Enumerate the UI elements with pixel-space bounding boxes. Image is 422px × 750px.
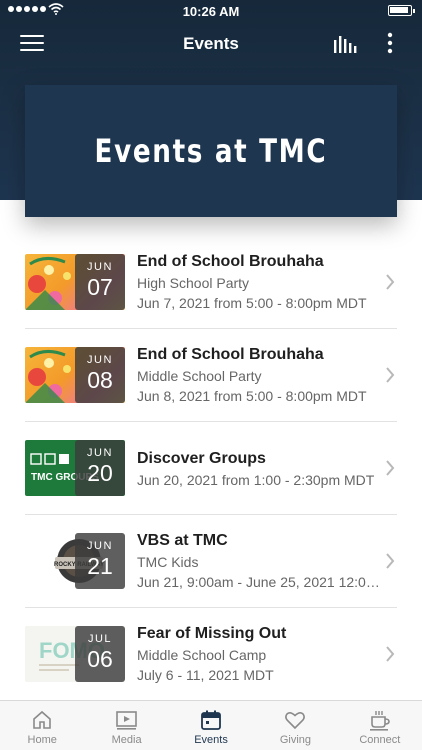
event-datetime: July 6 - 11, 2021 MDT bbox=[137, 667, 274, 683]
chevron-right-icon bbox=[386, 274, 395, 290]
event-thumbnail: JUN 08 bbox=[25, 347, 125, 403]
status-time: 10:26 AM bbox=[182, 4, 240, 19]
hero-title: Events at TMC bbox=[94, 132, 328, 170]
event-datetime: Jun 21, 9:00am - June 25, 2021 12:00pm bbox=[137, 574, 382, 590]
event-thumbnail: FOMO JUL 06 bbox=[25, 626, 125, 682]
event-day: 06 bbox=[87, 646, 113, 672]
event-datetime: Jun 20, 2021 from 1:00 - 2:30pm MDT bbox=[137, 472, 375, 488]
tab-label: Home bbox=[27, 734, 57, 746]
event-month: JUN bbox=[87, 540, 113, 552]
date-badge: JUL 06 bbox=[75, 626, 125, 682]
tab-bar: Home Media Events Giving Connect bbox=[0, 700, 422, 750]
event-title: End of School Brouhaha bbox=[137, 346, 324, 363]
chevron-right-icon bbox=[386, 646, 395, 662]
tab-label: Events bbox=[194, 734, 228, 746]
tab-events[interactable]: Events bbox=[169, 701, 253, 750]
event-thumbnail: JUN 07 bbox=[25, 254, 125, 310]
media-icon bbox=[115, 711, 137, 730]
event-subtitle: High School Party bbox=[137, 275, 250, 291]
event-subtitle: Middle School Party bbox=[137, 368, 262, 384]
event-title: End of School Brouhaha bbox=[137, 253, 324, 270]
tab-connect[interactable]: Connect bbox=[338, 701, 422, 750]
event-day: 07 bbox=[87, 274, 113, 300]
tab-home[interactable]: Home bbox=[0, 701, 84, 750]
home-icon bbox=[33, 710, 52, 729]
calendar-icon bbox=[201, 710, 221, 730]
chevron-right-icon bbox=[386, 367, 395, 383]
tab-giving[interactable]: Giving bbox=[253, 701, 337, 750]
tab-label: Connect bbox=[359, 734, 401, 746]
more-vertical-icon[interactable] bbox=[380, 31, 400, 55]
bar-chart-icon[interactable] bbox=[333, 34, 357, 54]
event-day: 08 bbox=[87, 367, 113, 393]
battery-icon bbox=[388, 5, 415, 16]
event-row[interactable]: ROCKY RAILWAY JUN 21 VBS at TMC TMC Kids… bbox=[25, 515, 397, 608]
date-badge: JUN 20 bbox=[75, 440, 125, 496]
event-title: VBS at TMC bbox=[137, 532, 228, 549]
hero-banner: Events at TMC bbox=[25, 85, 397, 217]
tab-media[interactable]: Media bbox=[84, 701, 168, 750]
chevron-right-icon bbox=[386, 553, 395, 569]
event-row[interactable]: JUN 08 End of School Brouhaha Middle Sch… bbox=[25, 329, 397, 422]
tab-label: Media bbox=[111, 734, 142, 746]
event-thumbnail: TMC GROUPS JUN 20 bbox=[25, 440, 125, 496]
event-month: JUN bbox=[87, 354, 113, 366]
date-badge: JUN 21 bbox=[75, 533, 125, 589]
event-datetime: Jun 7, 2021 from 5:00 - 8:00pm MDT bbox=[137, 295, 367, 311]
event-thumbnail: ROCKY RAILWAY JUN 21 bbox=[25, 533, 125, 589]
event-datetime: Jun 8, 2021 from 5:00 - 8:00pm MDT bbox=[137, 388, 367, 404]
event-title: Fear of Missing Out bbox=[137, 625, 287, 642]
event-list: JUN 07 End of School Brouhaha High Schoo… bbox=[0, 236, 422, 701]
event-subtitle: TMC Kids bbox=[137, 554, 199, 570]
date-badge: JUN 08 bbox=[75, 347, 125, 403]
heart-icon bbox=[285, 712, 306, 730]
status-bar: 10:26 AM bbox=[0, 0, 422, 22]
coffee-icon bbox=[369, 711, 390, 731]
chevron-right-icon bbox=[386, 460, 395, 476]
event-month: JUN bbox=[87, 447, 113, 459]
event-day: 20 bbox=[87, 460, 113, 486]
date-badge: JUN 07 bbox=[75, 254, 125, 310]
event-subtitle: Middle School Camp bbox=[137, 647, 267, 663]
event-month: JUL bbox=[87, 633, 113, 645]
tab-label: Giving bbox=[279, 734, 312, 746]
event-row[interactable]: JUN 07 End of School Brouhaha High Schoo… bbox=[25, 236, 397, 329]
event-month: JUN bbox=[87, 261, 113, 273]
nav-bar: Events bbox=[0, 22, 422, 66]
event-day: 21 bbox=[87, 553, 113, 579]
event-title: Discover Groups bbox=[137, 450, 266, 467]
page-title: Events bbox=[183, 34, 239, 53]
event-row[interactable]: TMC GROUPS JUN 20 Discover Groups Jun 20… bbox=[25, 422, 397, 515]
event-row[interactable]: FOMO JUL 06 Fear of Missing Out Middle S… bbox=[25, 608, 397, 701]
